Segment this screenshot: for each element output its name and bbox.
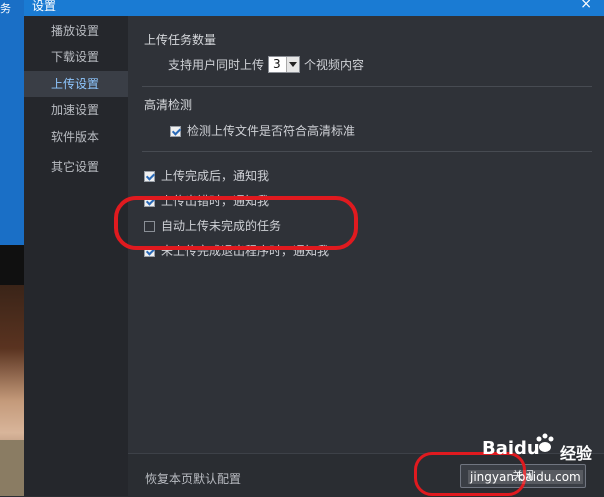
concurrency-row: 支持用户同时上传 3 个视频内容 (168, 56, 364, 73)
concurrency-value: 3 (273, 57, 281, 71)
notify-complete-label: 上传完成后，通知我 (161, 169, 270, 183)
option-notify-complete[interactable]: 上传完成后，通知我 (144, 167, 269, 184)
concurrency-prefix: 支持用户同时上传 (168, 58, 265, 72)
dialog-title: 设置 (32, 0, 57, 13)
upload-settings-panel: 上传任务数量 支持用户同时上传 3 个视频内容 高清检测 检测上传文件是否符合高清标… (128, 16, 604, 497)
background-dark-band (0, 245, 24, 285)
hd-check-label: 检测上传文件是否符合高清标准 (187, 124, 356, 138)
close-icon[interactable]: × (580, 0, 592, 12)
paw-icon (536, 433, 554, 452)
highlight-annotation (114, 196, 358, 250)
hd-check-checkbox[interactable] (170, 126, 181, 137)
watermark-url: jingyan.baidu.com (468, 470, 583, 484)
divider (142, 151, 592, 152)
settings-sidebar: 播放设置 下载设置 上传设置 加速设置 软件版本 其它设置 (24, 16, 128, 496)
title-bar[interactable]: 设置 × (24, 0, 604, 16)
notify-complete-checkbox[interactable] (144, 171, 155, 182)
background-app: 务 (0, 0, 24, 496)
sidebar-item-version[interactable]: 软件版本 (24, 124, 128, 150)
watermark-brand: Baidu (482, 438, 540, 459)
watermark: Baidu 经验 jingyan.baidu.com (460, 430, 604, 496)
chevron-down-icon[interactable] (286, 57, 300, 72)
concurrency-select[interactable]: 3 (268, 56, 301, 73)
concurrency-section-title: 上传任务数量 (144, 33, 217, 47)
sidebar-item-upload[interactable]: 上传设置 (24, 71, 128, 97)
sidebar-item-acceleration[interactable]: 加速设置 (24, 97, 128, 123)
sidebar-item-playback[interactable]: 播放设置 (24, 18, 128, 44)
sidebar-item-download[interactable]: 下载设置 (24, 44, 128, 70)
reset-defaults-link[interactable]: 恢复本页默认配置 (145, 470, 241, 487)
hd-check-row[interactable]: 检测上传文件是否符合高清标准 (170, 122, 355, 139)
background-edge-text: 务 (0, 2, 11, 15)
background-photo-strip (0, 440, 24, 496)
concurrency-suffix: 个视频内容 (304, 58, 365, 72)
background-blue-panel: 务 (0, 0, 24, 245)
hd-section-title: 高清检测 (144, 98, 193, 112)
watermark-brand-cn: 经验 (560, 444, 593, 463)
divider (142, 86, 592, 87)
sidebar-item-other[interactable]: 其它设置 (24, 154, 128, 180)
